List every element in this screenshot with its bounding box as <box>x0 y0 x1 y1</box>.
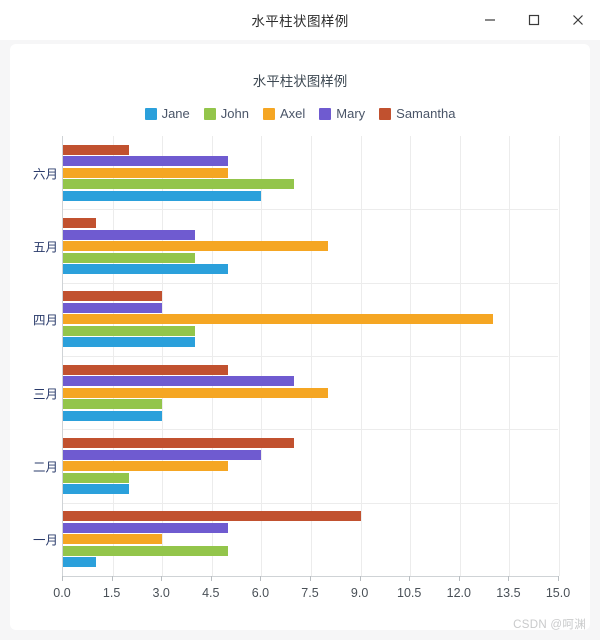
close-icon <box>573 15 583 25</box>
x-axis-tick-label: 6.0 <box>251 586 270 600</box>
x-axis-tick-label: 0.0 <box>53 586 71 600</box>
bar-john-一月 <box>63 545 229 556</box>
legend-item-samantha[interactable]: Samantha <box>379 106 455 121</box>
bar-john-四月 <box>63 325 196 336</box>
bar-samantha-一月 <box>63 511 361 522</box>
bar-samantha-三月 <box>63 364 229 375</box>
x-axis-tick <box>210 576 212 581</box>
y-axis-label-五月: 五月 <box>32 240 58 255</box>
close-button[interactable] <box>556 0 600 40</box>
x-axis-tick <box>409 576 411 581</box>
x-axis-tick <box>111 576 113 581</box>
chart-title: 水平柱状图样例 <box>252 74 348 89</box>
plot-wrapper: 一月 二月 三月 四月 五月 六月 0.0 1.5 3.0 4.5 6.0 7.5 9.0 10.5 12… <box>33 136 570 600</box>
chart-legend: Jane John Axel Mary Samantha <box>10 106 590 121</box>
bar-jane-五月 <box>63 264 229 274</box>
legend-swatch-axel-icon <box>262 107 275 120</box>
bar-axel-六月 <box>63 167 229 178</box>
legend-swatch-jane-icon <box>144 107 157 120</box>
gridline-vertical <box>559 136 560 576</box>
bar-mary-一月 <box>63 522 229 533</box>
bar-axel-四月 <box>63 314 493 325</box>
x-axis-tick <box>310 576 311 581</box>
x-axis-tick-label: 4.5 <box>202 586 220 600</box>
gridline-horizontal <box>63 209 558 211</box>
maximize-button[interactable] <box>512 0 556 40</box>
y-axis-label-四月: 四月 <box>32 313 58 328</box>
minimize-icon <box>485 19 495 21</box>
bar-mary-五月 <box>63 229 196 240</box>
legend-item-john[interactable]: John <box>203 106 249 121</box>
window-controls <box>468 0 600 40</box>
bar-jane-四月 <box>63 337 196 348</box>
x-axis-tick-label: 9.0 <box>350 586 369 600</box>
legend-swatch-mary-icon <box>319 107 332 120</box>
legend-item-axel[interactable]: Axel <box>262 106 306 121</box>
bar-mary-四月 <box>63 302 163 313</box>
x-axis-tick <box>260 576 262 581</box>
x-axis-tick-label: 12.0 <box>446 586 471 600</box>
legend-label: John <box>220 106 249 121</box>
bar-samantha-四月 <box>63 291 163 302</box>
bar-john-三月 <box>63 399 163 410</box>
y-axis-label-一月: 一月 <box>32 533 58 548</box>
x-axis-tick-label: 1.5 <box>102 586 121 600</box>
x-axis-tick <box>62 576 63 581</box>
maximize-icon <box>528 14 540 26</box>
app-window: 水平柱状图样例 水平柱状图样例 Jane John Axel Mary Sama… <box>0 0 600 640</box>
legend-swatch-samantha-icon <box>379 107 392 120</box>
y-axis-labels: 一月 二月 三月 四月 五月 六月 <box>16 136 58 576</box>
bar-mary-三月 <box>63 376 295 387</box>
legend-item-mary[interactable]: Mary <box>319 106 365 121</box>
x-axis-tick-label: 13.5 <box>496 586 521 600</box>
bar-axel-五月 <box>63 241 328 251</box>
legend-swatch-john-icon <box>203 107 216 120</box>
watermark: CSDN @呵渊 <box>513 619 586 631</box>
chart-card: 水平柱状图样例 Jane John Axel Mary Samantha 一月 二月 三月 四… <box>10 44 590 630</box>
x-axis-tick-label: 15.0 <box>545 586 571 600</box>
bar-mary-二月 <box>63 449 262 460</box>
bar-axel-二月 <box>63 461 229 471</box>
legend-label: Mary <box>336 106 366 121</box>
bar-axel-一月 <box>63 534 163 545</box>
bar-mary-六月 <box>63 156 229 167</box>
x-axis-tick <box>558 576 559 581</box>
bar-john-二月 <box>63 472 130 483</box>
x-axis-tick <box>508 576 510 581</box>
bar-john-五月 <box>63 252 196 263</box>
bar-john-六月 <box>63 179 295 190</box>
x-axis-tick-label: 7.5 <box>301 586 319 600</box>
y-axis-label-三月: 三月 <box>32 387 58 402</box>
gridline-horizontal <box>63 282 558 284</box>
bar-samantha-二月 <box>63 438 295 448</box>
y-axis-label-六月: 六月 <box>32 167 58 182</box>
x-axis-tick-label: 3.0 <box>152 586 170 600</box>
bar-jane-二月 <box>63 484 130 494</box>
plot-area <box>62 136 560 576</box>
legend-label: Jane <box>161 106 190 121</box>
bar-samantha-六月 <box>63 144 130 155</box>
x-axis-tick <box>458 576 460 581</box>
bar-jane-六月 <box>63 190 262 201</box>
bar-jane-三月 <box>63 410 163 421</box>
gridline-horizontal <box>63 356 558 357</box>
legend-label: Samantha <box>396 106 456 121</box>
bar-samantha-五月 <box>63 218 97 228</box>
x-axis-tick-label: 10.5 <box>397 586 422 600</box>
y-axis-label-二月: 二月 <box>32 460 58 475</box>
bar-jane-一月 <box>63 557 97 568</box>
gridline-horizontal <box>63 502 558 504</box>
x-axis-tick <box>359 576 361 581</box>
gridline-horizontal <box>63 429 558 431</box>
bar-axel-三月 <box>63 387 328 398</box>
legend-label: Axel <box>279 106 306 121</box>
title-bar: 水平柱状图样例 <box>0 0 600 40</box>
legend-item-jane[interactable]: Jane <box>144 106 190 121</box>
minimize-button[interactable] <box>468 0 512 40</box>
x-axis-tick <box>161 576 163 581</box>
